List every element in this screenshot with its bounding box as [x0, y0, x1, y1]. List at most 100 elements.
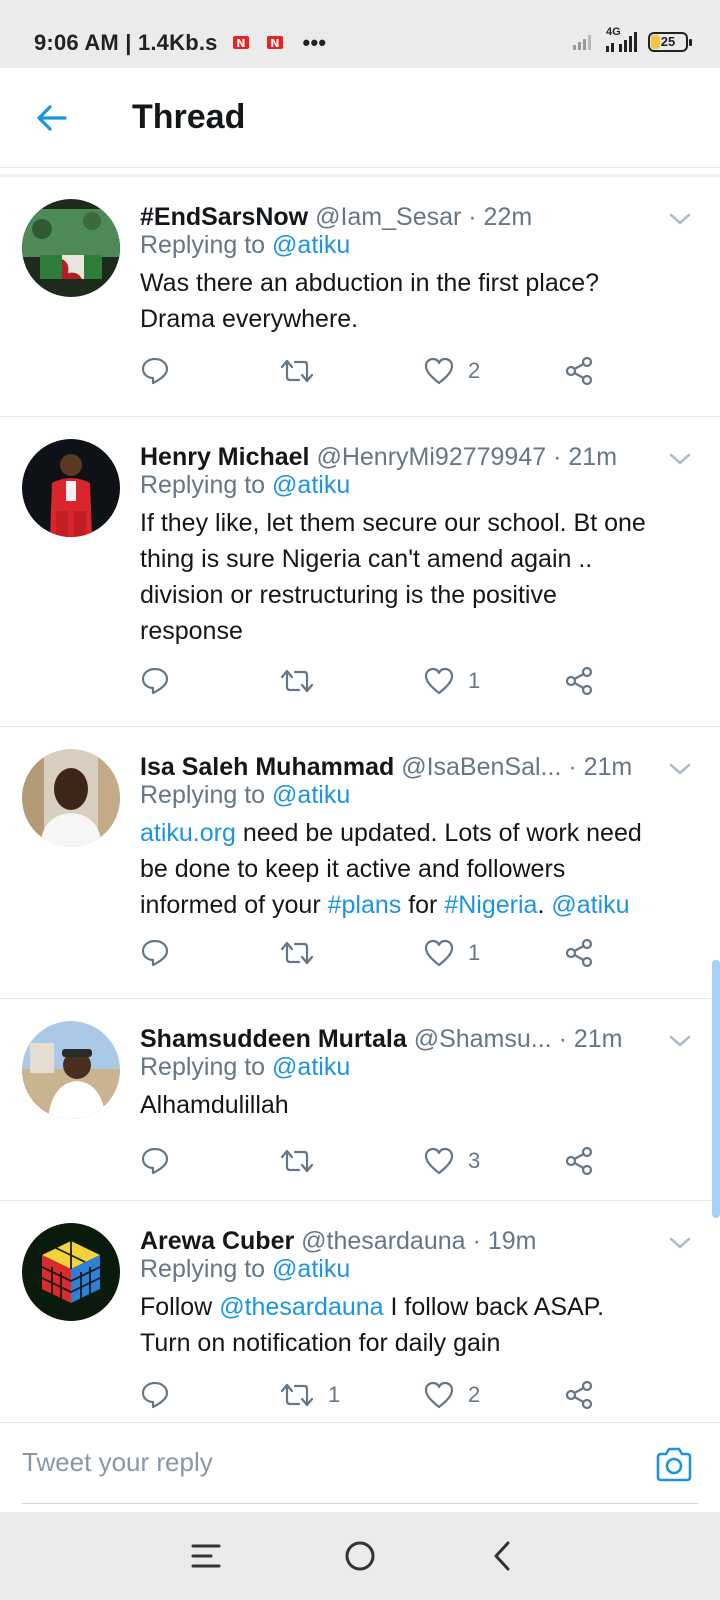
replying-to-link[interactable]: @atiku [272, 471, 350, 499]
display-name[interactable]: #EndSarsNow [140, 203, 308, 231]
display-name[interactable]: Isa Saleh Muhammad [140, 753, 394, 781]
user-handle[interactable]: @IsaBenSal... [401, 753, 561, 781]
mention-link[interactable]: @thesardauna [219, 1293, 383, 1321]
svg-text:N: N [271, 37, 280, 50]
avatar[interactable] [22, 199, 120, 297]
like-button[interactable]: 1 [424, 935, 480, 971]
avatar-image [22, 1223, 120, 1321]
back-nav-button[interactable] [480, 1534, 524, 1578]
status-left: 9:06 AM | 1.4Kb.s N N ••• [34, 30, 327, 55]
avatar-image [22, 439, 120, 537]
share-icon [565, 666, 593, 696]
avatar[interactable] [22, 1223, 120, 1321]
like-button[interactable]: 2 [424, 353, 480, 389]
home-button[interactable] [338, 1534, 382, 1578]
menu-icon [191, 1544, 221, 1568]
timestamp: · 21m [568, 753, 633, 781]
display-name[interactable]: Henry Michael [140, 443, 310, 471]
chevron-down-icon[interactable] [666, 205, 694, 233]
avatar-image [22, 199, 120, 297]
tweet[interactable]: Shamsuddeen Murtala @Shamsu... · 21m Rep… [0, 999, 720, 1201]
hashtag-link[interactable]: #Nigeria [444, 891, 537, 919]
battery-level: 25 [660, 34, 676, 49]
back-icon [494, 1541, 510, 1571]
user-handle[interactable]: @thesardauna [301, 1227, 465, 1255]
scrollbar-thumb[interactable] [712, 960, 720, 1218]
reply-button[interactable] [140, 663, 170, 699]
share-icon [565, 938, 593, 968]
avatar[interactable] [22, 1021, 120, 1119]
replying-to-link[interactable]: @atiku [272, 231, 350, 259]
like-icon [424, 667, 454, 695]
avatar[interactable] [22, 749, 120, 847]
tweet[interactable]: #EndSarsNow @Iam_Sesar · 22m Replying to… [0, 177, 720, 417]
replying-to-link[interactable]: @atiku [272, 1053, 350, 1081]
like-button[interactable]: 1 [424, 663, 480, 699]
back-button[interactable] [28, 94, 76, 142]
status-time: 9:06 AM [34, 30, 119, 55]
reply-button[interactable] [140, 935, 170, 971]
chevron-down-icon[interactable] [666, 755, 694, 783]
timestamp: · 21m [553, 443, 618, 471]
camera-icon[interactable] [652, 1443, 696, 1487]
notification-app-icon: N [232, 36, 249, 50]
mention-link[interactable]: @atiku [551, 891, 629, 919]
user-handle[interactable]: @HenryMi92779947 [316, 443, 546, 471]
website-link[interactable]: atiku.org [140, 819, 236, 847]
retweet-icon [280, 1383, 314, 1407]
like-count: 3 [468, 1148, 481, 1173]
tweet-text: Follow @thesardauna I follow back ASAP. … [140, 1293, 605, 1357]
retweet-button[interactable] [280, 353, 328, 389]
battery-icon: 25 [648, 32, 692, 52]
reply-button[interactable] [140, 353, 170, 389]
tweet-header: #EndSarsNow @Iam_Sesar · 22m [140, 203, 650, 232]
reply-button[interactable] [140, 1143, 170, 1179]
reply-button[interactable] [140, 1377, 170, 1413]
share-button[interactable] [564, 935, 594, 971]
tweet[interactable]: Arewa Cuber @thesardauna · 19m Replying … [0, 1201, 720, 1422]
replying-to-link[interactable]: @atiku [272, 781, 350, 809]
retweet-button[interactable] [280, 1143, 328, 1179]
share-button[interactable] [564, 353, 594, 389]
share-button[interactable] [564, 1143, 594, 1179]
user-handle[interactable]: @Iam_Sesar [315, 203, 461, 231]
tweet[interactable]: Henry Michael @HenryMi92779947 · 21m Rep… [0, 417, 720, 727]
display-name[interactable]: Arewa Cuber [140, 1227, 294, 1255]
retweet-icon [280, 941, 314, 965]
like-button[interactable]: 3 [424, 1143, 480, 1179]
tweet-actions: 1 [140, 935, 620, 971]
like-count: 1 [468, 668, 481, 693]
status-right: 4G 25 [572, 26, 692, 54]
retweet-icon [280, 669, 314, 693]
chevron-down-icon[interactable] [666, 1229, 694, 1257]
tweet-header: Henry Michael @HenryMi92779947 · 21m [140, 443, 650, 472]
retweet-icon [280, 359, 314, 383]
like-count: 2 [468, 1382, 481, 1407]
tweet-header: Shamsuddeen Murtala @Shamsu... · 21m [140, 1025, 650, 1054]
replying-to: Replying to @atiku [140, 471, 351, 499]
more-notifications-icon: ••• [302, 30, 327, 55]
display-name[interactable]: Shamsuddeen Murtala [140, 1025, 407, 1053]
home-icon [345, 1541, 375, 1571]
avatar-image [22, 1021, 120, 1119]
retweet-button[interactable] [280, 935, 328, 971]
retweet-button[interactable] [280, 663, 328, 699]
chevron-down-icon[interactable] [666, 445, 694, 473]
share-button[interactable] [564, 663, 594, 699]
like-button[interactable]: 2 [424, 1377, 480, 1413]
share-button[interactable] [564, 1377, 594, 1413]
retweet-button[interactable]: 1 [280, 1377, 340, 1413]
system-nav-bar [0, 1512, 720, 1600]
notification-app-icon: N [267, 36, 284, 50]
user-handle[interactable]: @Shamsu... [414, 1025, 552, 1053]
reply-input[interactable] [22, 1447, 582, 1478]
replying-to-link[interactable]: @atiku [272, 1255, 350, 1283]
hashtag-link[interactable]: #plans [328, 891, 402, 919]
avatar[interactable] [22, 439, 120, 537]
tweet[interactable]: Isa Saleh Muhammad @IsaBenSal... · 21m R… [0, 727, 720, 999]
chevron-down-icon[interactable] [666, 1027, 694, 1055]
tweet-text: atiku.org need be updated. Lots of work … [140, 819, 642, 919]
reply-icon [141, 357, 169, 385]
menu-button[interactable] [184, 1534, 228, 1578]
timestamp: · 21m [558, 1025, 623, 1053]
